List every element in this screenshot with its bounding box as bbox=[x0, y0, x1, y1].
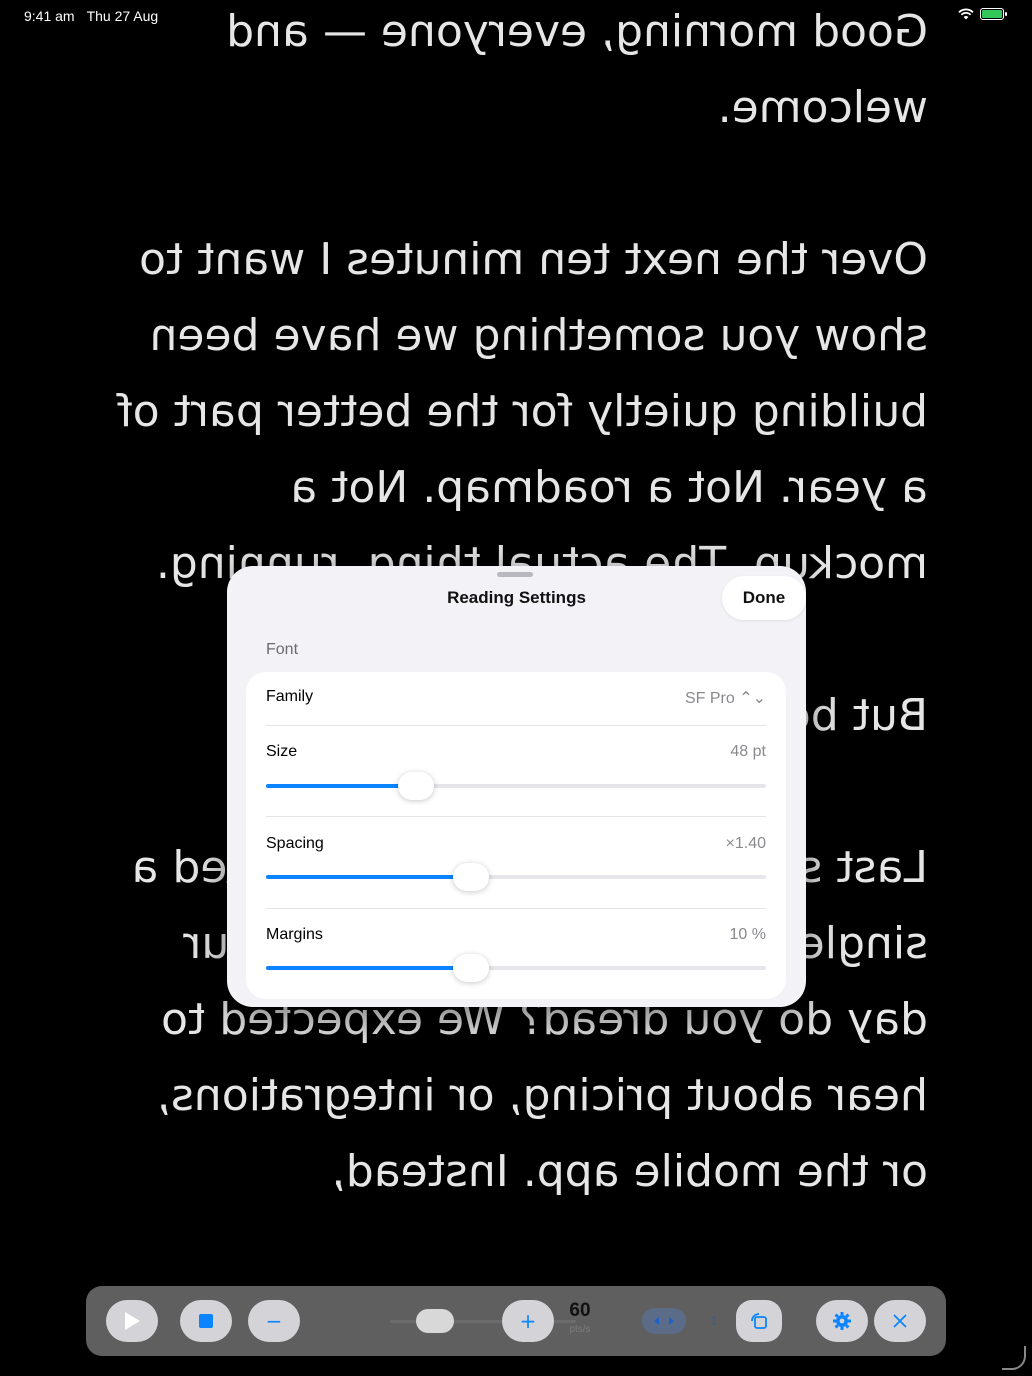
size-slider-thumb[interactable] bbox=[398, 772, 434, 800]
family-row[interactable]: Family SF Pro ⌃⌄ bbox=[266, 688, 766, 708]
rotate-button[interactable] bbox=[736, 1300, 782, 1342]
spacing-value: ×1.40 bbox=[725, 835, 766, 852]
margins-slider[interactable] bbox=[266, 954, 766, 982]
close-icon bbox=[893, 1314, 907, 1328]
section-label-font: Font bbox=[266, 641, 299, 658]
wifi-icon bbox=[958, 8, 974, 20]
size-label: Size bbox=[266, 743, 298, 760]
gear-icon bbox=[833, 1312, 851, 1330]
margins-row: Margins 10 % bbox=[266, 926, 766, 944]
family-label: Family bbox=[266, 688, 314, 705]
decrease-speed-button[interactable]: − bbox=[248, 1300, 300, 1342]
spacing-row: Spacing ×1.40 bbox=[266, 835, 766, 853]
speed-value: 60 bbox=[569, 1300, 591, 1321]
playback-toolbar: − + 60 pts/s ↕ bbox=[86, 1286, 946, 1356]
stop-button[interactable] bbox=[180, 1300, 232, 1342]
mirror-toggle[interactable] bbox=[642, 1308, 686, 1334]
sheet-title: Reading Settings bbox=[447, 588, 586, 607]
size-slider[interactable] bbox=[266, 772, 766, 800]
size-row: Size 48 pt bbox=[266, 743, 766, 761]
margins-label: Margins bbox=[266, 926, 323, 943]
size-value: 48 pt bbox=[730, 743, 766, 760]
close-button[interactable] bbox=[874, 1300, 926, 1342]
spacing-slider[interactable] bbox=[266, 863, 766, 891]
margins-slider-thumb[interactable] bbox=[453, 954, 489, 982]
mirror-icon bbox=[654, 1317, 674, 1325]
done-button[interactable]: Done bbox=[722, 576, 806, 620]
script-paragraph: Over the next ten minutes I want to show… bbox=[117, 234, 928, 589]
divider bbox=[266, 908, 766, 909]
spacing-slider-fill bbox=[266, 875, 471, 879]
speed-readout: 60 pts/s bbox=[548, 1300, 612, 1335]
reading-settings-sheet: Reading Settings Done Font Family SF Pro… bbox=[227, 566, 806, 1007]
settings-button[interactable] bbox=[816, 1300, 868, 1342]
battery-icon bbox=[980, 8, 1007, 20]
play-button[interactable] bbox=[106, 1300, 158, 1342]
play-icon bbox=[125, 1312, 140, 1330]
sheet-grabber[interactable] bbox=[497, 572, 533, 577]
status-bar-right bbox=[958, 8, 1007, 20]
divider bbox=[266, 725, 766, 726]
family-picker[interactable]: SF Pro ⌃⌄ bbox=[685, 688, 766, 708]
margins-slider-fill bbox=[266, 966, 471, 970]
speed-unit: pts/s bbox=[569, 1324, 591, 1335]
spacing-label: Spacing bbox=[266, 835, 324, 852]
resize-handle[interactable] bbox=[1002, 1346, 1026, 1370]
margins-value: 10 % bbox=[729, 926, 766, 943]
size-slider-fill bbox=[266, 784, 416, 788]
font-settings-group: Family SF Pro ⌃⌄ Size 48 pt Spacing ×1.4… bbox=[246, 672, 786, 999]
script-paragraph: Good morning, everyone — and welcome. bbox=[226, 6, 928, 133]
status-time: 9:41 am bbox=[24, 8, 75, 24]
spacing-slider-thumb[interactable] bbox=[453, 863, 489, 891]
divider bbox=[266, 816, 766, 817]
speed-slider-thumb[interactable] bbox=[416, 1309, 454, 1333]
stop-icon bbox=[199, 1314, 213, 1328]
increase-speed-button[interactable]: + bbox=[502, 1300, 554, 1342]
vertical-flip-icon[interactable]: ↕ bbox=[710, 1312, 718, 1330]
rotate-icon bbox=[751, 1313, 767, 1329]
